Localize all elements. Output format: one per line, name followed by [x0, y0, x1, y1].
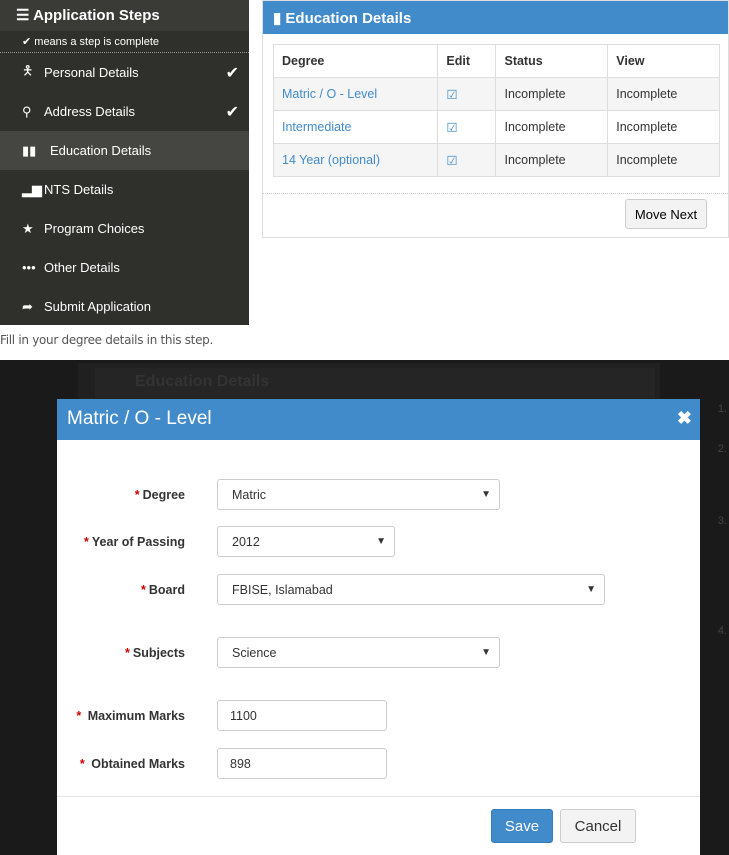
person-icon: 🯅: [22, 62, 34, 78]
year-label: * Year of Passing: [84, 535, 185, 549]
obtained-marks-input[interactable]: 898: [217, 748, 387, 779]
max-marks-input[interactable]: 1100: [217, 700, 387, 731]
book-icon: ▮▮: [22, 142, 37, 158]
menu-icon: ☰: [16, 7, 34, 24]
education-modal: Matric / O - Level ✖ * Degree Matric ▼ * Yea…: [57, 399, 700, 855]
table-row: Intermediate ☑ Incomplete Incomplete: [272, 110, 720, 144]
chevron-down-icon: ▼: [376, 536, 386, 547]
sidebar-item-submit[interactable]: ➦ Submit Application: [0, 287, 249, 326]
chevron-down-icon: ▼: [481, 647, 491, 658]
year-select[interactable]: 2012 ▼: [217, 526, 395, 557]
share-arrow-icon: ➦: [22, 298, 33, 314]
degree-link[interactable]: Intermediate: [282, 120, 351, 134]
sidebar-header: ☰ Application Steps: [0, 0, 249, 31]
chevron-down-icon: ▼: [586, 584, 596, 595]
sidebar-item-education[interactable]: ▮▮ Education Details: [0, 131, 249, 170]
edit-icon[interactable]: ☑: [446, 121, 457, 135]
subjects-label: * Subjects: [125, 646, 185, 660]
column-header: Status: [495, 44, 609, 78]
application-steps-sidebar: ☰ Application Steps ✔ means a step is co…: [0, 0, 249, 325]
edit-icon[interactable]: ☑: [446, 88, 457, 102]
cancel-button[interactable]: Cancel: [560, 809, 636, 843]
max-marks-label: * Maximum Marks: [76, 709, 185, 723]
panel-header: ▮ Education Details: [263, 1, 728, 34]
sidebar-item-other[interactable]: ••• Other Details: [0, 248, 249, 287]
sidebar-item-address[interactable]: ⚲ Address Details ✔: [0, 92, 249, 131]
education-table: Degree Edit Status View Matric / O - Level ☑…: [272, 44, 720, 177]
subjects-select[interactable]: Science ▼: [217, 637, 500, 668]
book-icon: ▮: [273, 10, 286, 27]
backdrop-text: 1.: [717, 403, 727, 415]
column-header: View: [607, 44, 720, 78]
bar-chart-icon: ▂▆: [22, 181, 42, 197]
close-icon[interactable]: ✖: [677, 408, 692, 429]
modal-header: Matric / O - Level ✖: [57, 399, 700, 440]
edit-icon[interactable]: ☑: [446, 154, 457, 168]
check-icon: ✔: [225, 64, 239, 82]
degree-link[interactable]: 14 Year (optional): [282, 153, 380, 167]
save-button[interactable]: Save: [491, 809, 553, 843]
check-icon: ✔: [225, 103, 239, 121]
divider: [263, 193, 728, 194]
degree-link[interactable]: Matric / O - Level: [282, 87, 377, 101]
move-next-button[interactable]: Move Next: [625, 199, 707, 229]
star-icon: ★: [22, 220, 34, 236]
backdrop-panel-header: Education Details: [95, 368, 655, 398]
sidebar-item-personal[interactable]: 🯅 Personal Details ✔: [0, 53, 249, 92]
modal-footer-divider: [57, 796, 700, 797]
board-label: * Board: [141, 583, 185, 597]
column-header: Degree: [272, 44, 439, 78]
degree-select[interactable]: Matric ▼: [217, 479, 500, 510]
step-hint: Fill in your degree details in this step…: [0, 333, 213, 347]
table-row: 14 Year (optional) ☑ Incomplete Incomplete: [272, 143, 720, 177]
education-details-panel: ▮ Education Details Degree Edit Status View…: [262, 0, 729, 238]
column-header: Edit: [437, 44, 497, 78]
ellipsis-icon: •••: [22, 260, 36, 275]
check-icon: ✔: [22, 36, 35, 48]
backdrop-text: 2.: [717, 443, 727, 455]
degree-label: * Degree: [134, 488, 185, 502]
sidebar-legend: ✔ means a step is complete: [0, 31, 249, 53]
map-marker-icon: ⚲: [22, 103, 32, 119]
chevron-down-icon: ▼: [481, 489, 491, 500]
sidebar-item-nts[interactable]: ▂▆ NTS Details: [0, 170, 249, 209]
board-select[interactable]: FBISE, Islamabad ▼: [217, 574, 605, 605]
obtained-marks-label: * Obtained Marks: [79, 757, 185, 771]
sidebar-item-program-choices[interactable]: ★ Program Choices: [0, 209, 249, 248]
backdrop-text: 4.: [717, 625, 727, 637]
table-row: Matric / O - Level ☑ Incomplete Incomplete: [272, 77, 720, 111]
backdrop-text: 3.: [717, 515, 727, 527]
